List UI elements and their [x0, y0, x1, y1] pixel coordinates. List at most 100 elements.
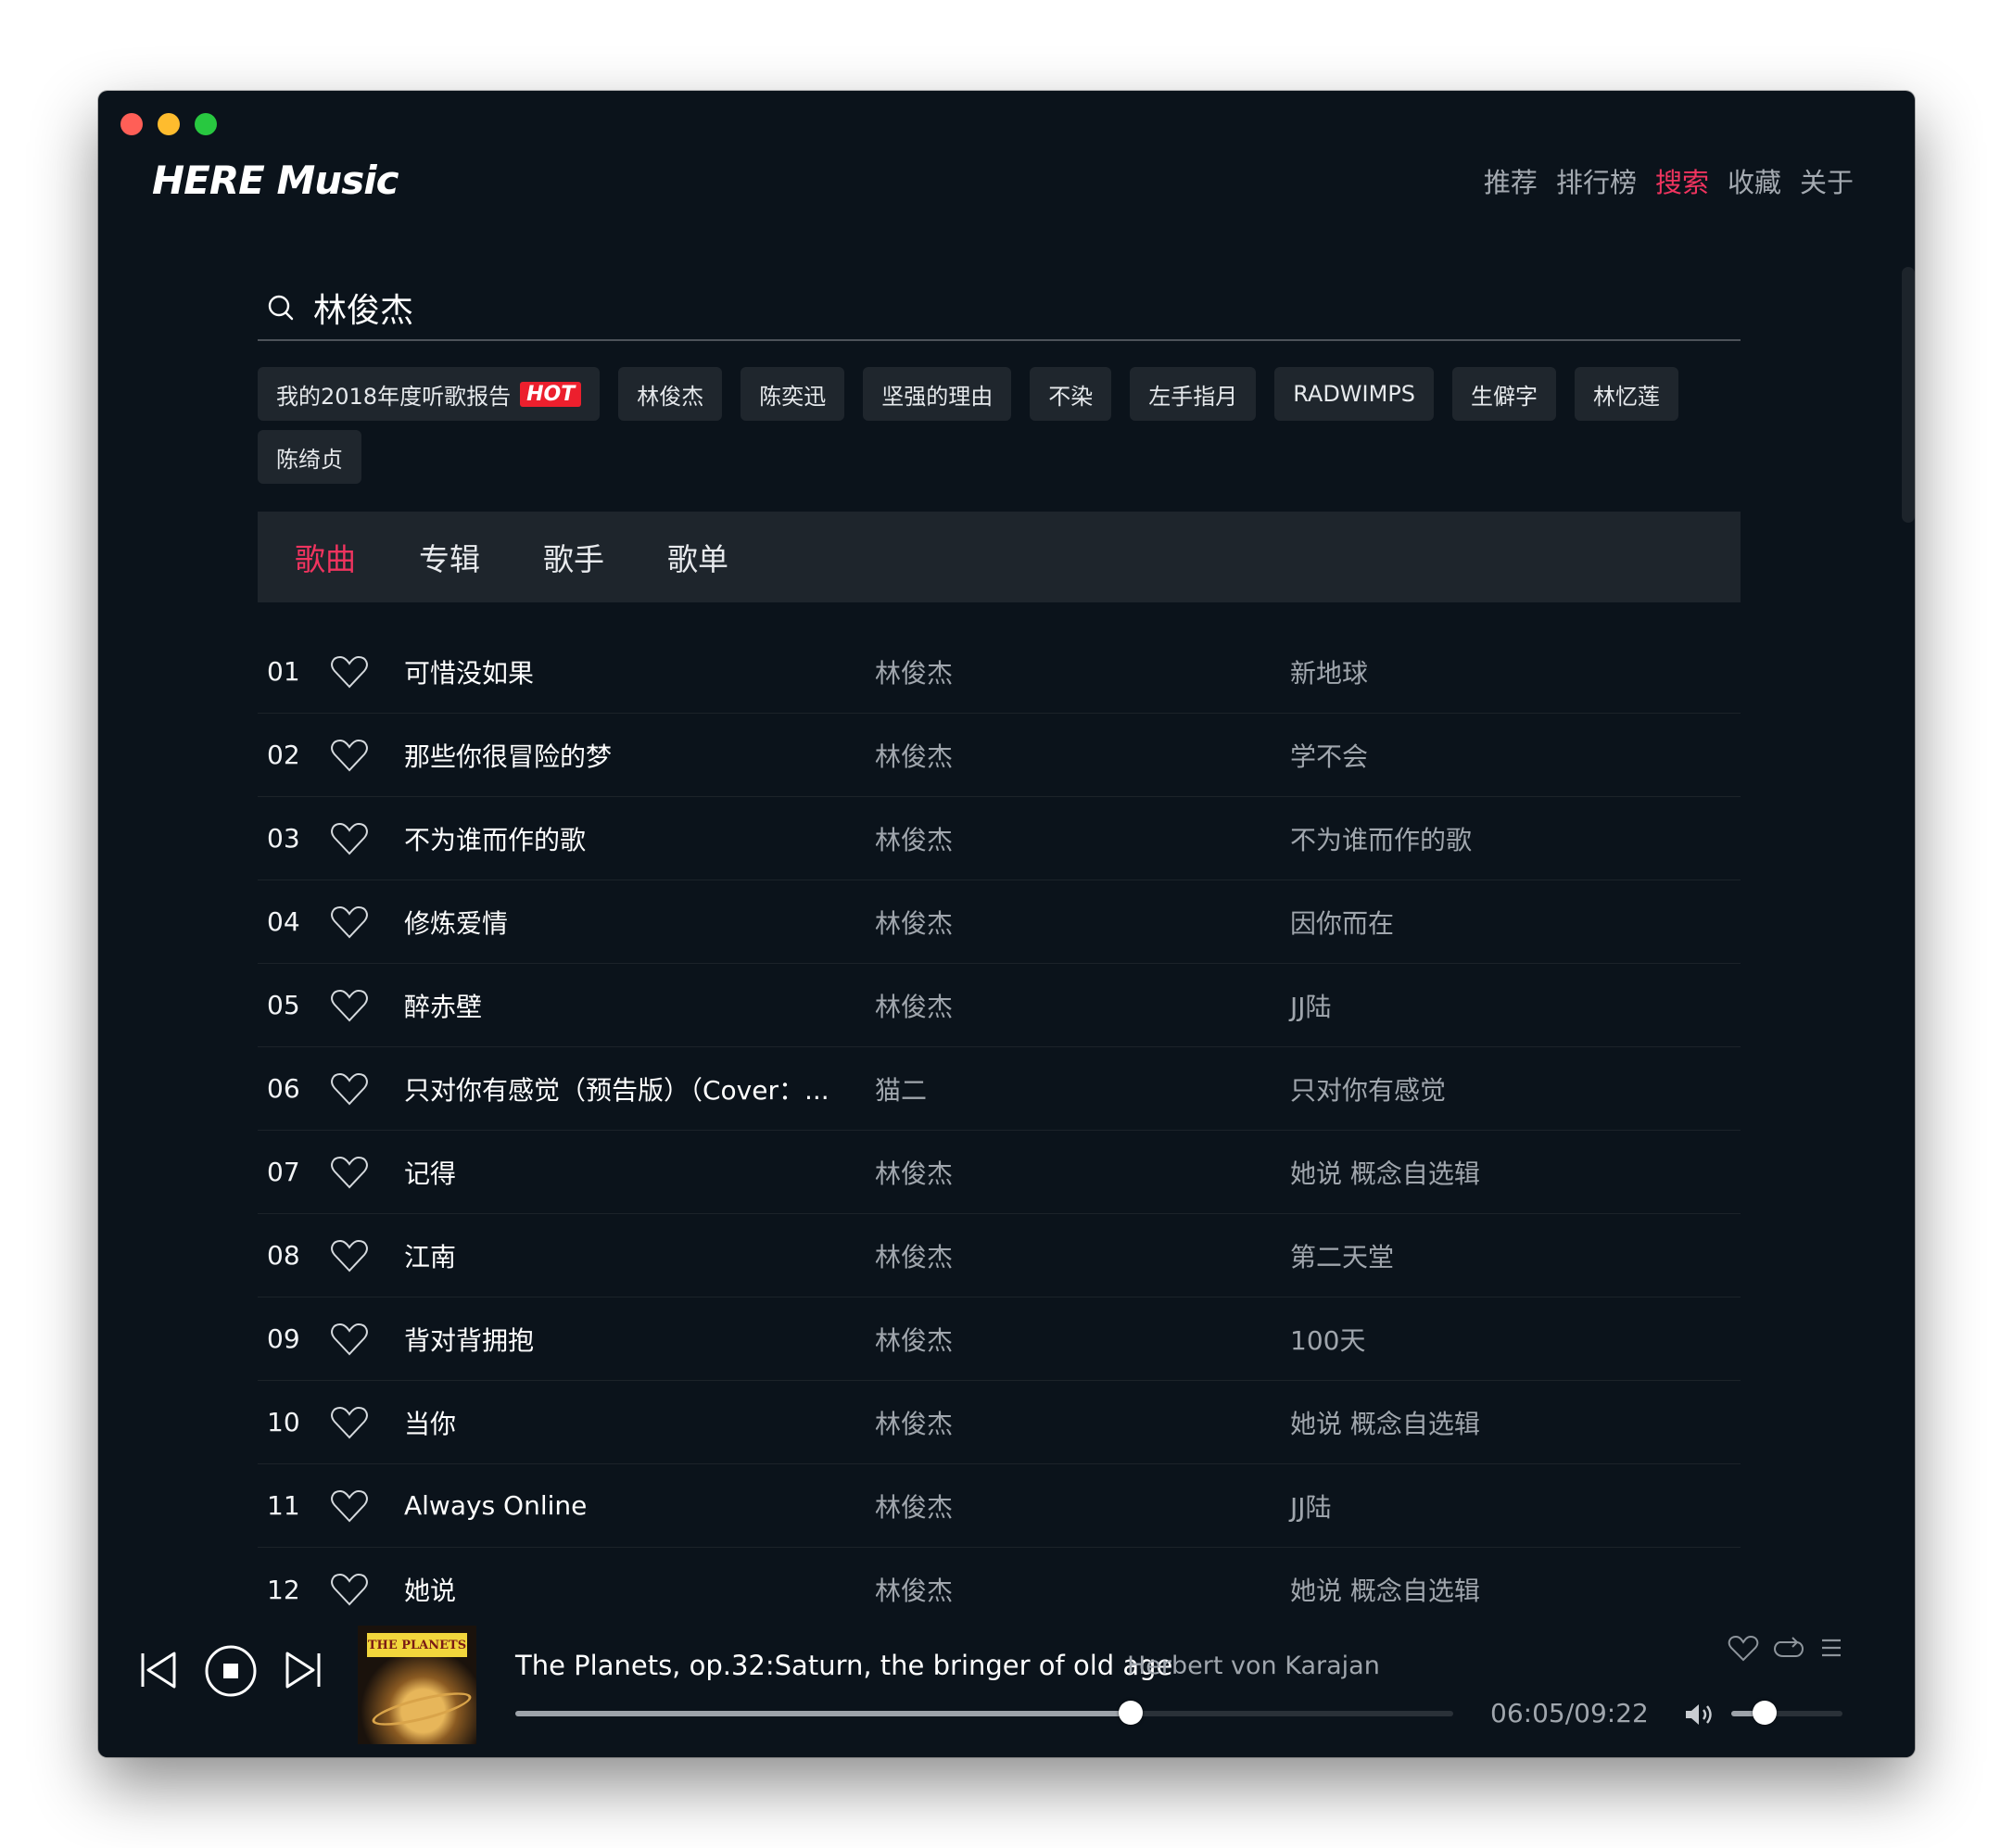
- next-icon[interactable]: [282, 1650, 323, 1690]
- song-artist[interactable]: 林俊杰: [875, 737, 953, 774]
- song-album[interactable]: JJ陆: [1290, 987, 1332, 1024]
- nav-item[interactable]: 搜索: [1655, 161, 1709, 200]
- search-tag[interactable]: 坚强的理由: [863, 367, 1012, 421]
- search-tag[interactable]: 生僻字: [1452, 367, 1557, 421]
- song-title[interactable]: 记得: [404, 1154, 849, 1191]
- song-row[interactable]: 08 江南 林俊杰 第二天堂: [258, 1214, 1741, 1297]
- search-tag[interactable]: 林俊杰: [618, 367, 723, 421]
- song-title[interactable]: Always Online: [404, 1490, 849, 1521]
- volume-slider[interactable]: [1731, 1701, 1842, 1725]
- minimize-window-button[interactable]: [158, 113, 180, 135]
- song-title[interactable]: 醉赤壁: [404, 987, 849, 1024]
- search-tag[interactable]: 陈绮贞: [258, 430, 361, 484]
- search-tag[interactable]: RADWIMPS: [1274, 367, 1435, 421]
- heart-icon[interactable]: [330, 1071, 369, 1107]
- search-tag[interactable]: 我的2018年度听歌报告 HOT: [258, 367, 601, 421]
- previous-icon[interactable]: [139, 1650, 180, 1690]
- stop-icon[interactable]: [204, 1644, 258, 1698]
- heart-icon[interactable]: [330, 1405, 369, 1440]
- nav-item[interactable]: 关于: [1800, 161, 1854, 200]
- heart-icon[interactable]: [330, 1155, 369, 1190]
- song-title[interactable]: 修炼爱情: [404, 904, 849, 941]
- result-tab[interactable]: 歌曲: [295, 535, 356, 579]
- search-tag-label: 我的2018年度听歌报告: [276, 383, 512, 410]
- search-tag[interactable]: 林忆莲: [1575, 367, 1679, 421]
- song-row[interactable]: 01 可惜没如果 林俊杰 新地球: [258, 630, 1741, 714]
- nav-item[interactable]: 推荐: [1484, 161, 1538, 200]
- song-artist[interactable]: 林俊杰: [875, 987, 953, 1024]
- song-row[interactable]: 05 醉赤壁 林俊杰 JJ陆: [258, 964, 1741, 1047]
- song-album[interactable]: JJ陆: [1290, 1487, 1332, 1525]
- hot-badge: HOT: [520, 381, 582, 407]
- song-title[interactable]: 江南: [404, 1237, 849, 1274]
- result-tab[interactable]: 歌单: [667, 535, 728, 579]
- song-artist[interactable]: 林俊杰: [875, 1154, 953, 1191]
- song-artist[interactable]: 林俊杰: [875, 1321, 953, 1358]
- progress-handle[interactable]: [1119, 1701, 1144, 1725]
- song-album[interactable]: 因你而在: [1290, 904, 1394, 941]
- song-album[interactable]: 她说 概念自选辑: [1290, 1571, 1480, 1608]
- song-row[interactable]: 06 只对你有感觉（预告版）（Cover：... 猫二 只对你有感觉: [258, 1047, 1741, 1131]
- song-title[interactable]: 她说: [404, 1571, 849, 1608]
- search-tag[interactable]: 陈奕迅: [741, 367, 845, 421]
- song-title[interactable]: 背对背拥抱: [404, 1321, 849, 1358]
- song-row[interactable]: 03 不为谁而作的歌 林俊杰 不为谁而作的歌: [258, 797, 1741, 880]
- heart-icon[interactable]: [330, 654, 369, 690]
- nav-item[interactable]: 收藏: [1728, 161, 1781, 200]
- search-input[interactable]: 林俊杰: [313, 284, 413, 332]
- heart-icon[interactable]: [330, 905, 369, 940]
- heart-icon[interactable]: [330, 988, 369, 1023]
- song-title[interactable]: 当你: [404, 1404, 849, 1441]
- nav-item[interactable]: 排行榜: [1556, 161, 1637, 200]
- heart-icon[interactable]: [330, 821, 369, 856]
- song-album[interactable]: 100天: [1290, 1321, 1365, 1358]
- heart-icon[interactable]: [330, 1572, 369, 1607]
- song-row[interactable]: 09 背对背拥抱 林俊杰 100天: [258, 1297, 1741, 1381]
- song-artist[interactable]: 猫二: [875, 1070, 927, 1108]
- close-window-button[interactable]: [120, 113, 143, 135]
- song-artist[interactable]: 林俊杰: [875, 1487, 953, 1525]
- song-artist[interactable]: 林俊杰: [875, 653, 953, 690]
- result-tab[interactable]: 专辑: [419, 535, 480, 579]
- scrollbar-thumb[interactable]: [1902, 267, 1915, 523]
- song-album[interactable]: 不为谁而作的歌: [1290, 820, 1472, 857]
- song-row[interactable]: 11 Always Online 林俊杰 JJ陆: [258, 1464, 1741, 1548]
- song-artist[interactable]: 林俊杰: [875, 1404, 953, 1441]
- repeat-icon[interactable]: [1772, 1635, 1805, 1663]
- song-title[interactable]: 不为谁而作的歌: [404, 820, 849, 857]
- volume-icon[interactable]: [1683, 1702, 1716, 1728]
- heart-icon[interactable]: [330, 738, 369, 773]
- album-cover[interactable]: THE PLANETS: [358, 1626, 476, 1744]
- volume-handle[interactable]: [1753, 1701, 1777, 1725]
- song-album[interactable]: 她说 概念自选辑: [1290, 1154, 1480, 1191]
- song-row[interactable]: 02 那些你很冒险的梦 林俊杰 学不会: [258, 714, 1741, 797]
- song-artist[interactable]: 林俊杰: [875, 1237, 953, 1274]
- playlist-icon[interactable]: [1818, 1635, 1844, 1661]
- song-album[interactable]: 只对你有感觉: [1290, 1070, 1446, 1108]
- song-album[interactable]: 新地球: [1290, 653, 1368, 690]
- progress-bar[interactable]: [515, 1701, 1453, 1725]
- heart-icon[interactable]: [330, 1238, 369, 1273]
- song-number: 11: [267, 1490, 300, 1521]
- song-album[interactable]: 第二天堂: [1290, 1237, 1394, 1274]
- result-tab[interactable]: 歌手: [543, 535, 604, 579]
- song-title[interactable]: 那些你很冒险的梦: [404, 737, 849, 774]
- song-album[interactable]: 她说 概念自选辑: [1290, 1404, 1480, 1441]
- maximize-window-button[interactable]: [195, 113, 217, 135]
- song-title[interactable]: 只对你有感觉（预告版）（Cover：...: [404, 1070, 849, 1108]
- heart-icon[interactable]: [330, 1322, 369, 1357]
- song-album[interactable]: 学不会: [1290, 737, 1368, 774]
- heart-icon[interactable]: [1728, 1635, 1759, 1663]
- song-row[interactable]: 04 修炼爱情 林俊杰 因你而在: [258, 880, 1741, 964]
- song-artist[interactable]: 林俊杰: [875, 820, 953, 857]
- song-row[interactable]: 10 当你 林俊杰 她说 概念自选辑: [258, 1381, 1741, 1464]
- song-artist[interactable]: 林俊杰: [875, 904, 953, 941]
- search-tag-label: 不染: [1048, 383, 1094, 410]
- search-tag[interactable]: 不染: [1030, 367, 1112, 421]
- song-title[interactable]: 可惜没如果: [404, 653, 849, 690]
- heart-icon[interactable]: [330, 1488, 369, 1524]
- search-bar[interactable]: 林俊杰: [258, 276, 1741, 341]
- song-artist[interactable]: 林俊杰: [875, 1571, 953, 1608]
- search-tag[interactable]: 左手指月: [1130, 367, 1257, 421]
- song-row[interactable]: 07 记得 林俊杰 她说 概念自选辑: [258, 1131, 1741, 1214]
